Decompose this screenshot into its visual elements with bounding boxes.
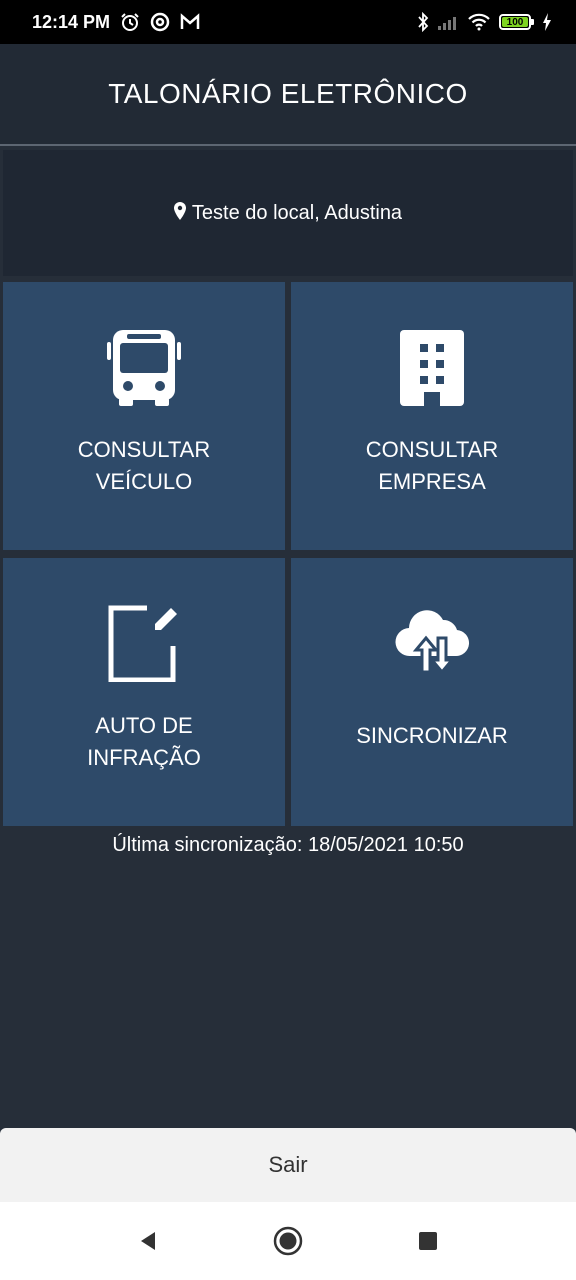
last-sync-text: Última sincronização: 18/05/2021 10:50 xyxy=(112,834,464,856)
battery-body: 100 xyxy=(499,14,531,30)
location-text: Teste do local, Adustina xyxy=(191,201,403,224)
building-icon xyxy=(400,330,464,406)
battery-level: 100 xyxy=(502,17,528,28)
status-bar: 12:14 PM 100 xyxy=(0,0,576,44)
wifi-icon xyxy=(467,13,491,31)
tile-label: AUTO DE INFRAÇÃO xyxy=(87,713,201,770)
auto-de-infracao-button[interactable]: AUTO DE INFRAÇÃO xyxy=(3,558,285,826)
at-icon xyxy=(150,12,170,32)
sincronizar-button[interactable]: SINCRONIZAR xyxy=(291,558,573,826)
sair-button[interactable]: Sair xyxy=(0,1128,576,1202)
status-left: 12:14 PM xyxy=(32,12,200,33)
location-panel: Teste do local, Adustina xyxy=(3,150,573,276)
nav-bar xyxy=(0,1202,576,1280)
signal-icon xyxy=(437,14,459,30)
map-pin-icon xyxy=(173,201,186,225)
consultar-empresa-button[interactable]: CONSULTAR EMPRESA xyxy=(291,282,573,550)
app-header: TALONÁRIO ELETRÔNICO xyxy=(0,44,576,146)
tile-label: CONSULTAR VEÍCULO xyxy=(77,437,211,494)
edit-icon xyxy=(107,604,181,682)
tile-label: CONSULTAR EMPRESA xyxy=(365,437,499,494)
charging-icon xyxy=(542,13,552,31)
cloud-sync-icon xyxy=(392,604,472,684)
recents-icon[interactable] xyxy=(403,1216,453,1266)
battery-cap xyxy=(531,19,534,25)
home-icon[interactable] xyxy=(263,1216,313,1266)
page-title: TALONÁRIO ELETRÔNICO xyxy=(108,78,468,109)
status-time: 12:14 PM xyxy=(32,11,111,32)
bus-icon xyxy=(107,330,181,406)
back-icon[interactable] xyxy=(123,1216,173,1266)
consultar-veiculo-button[interactable]: CONSULTAR VEÍCULO xyxy=(3,282,285,550)
tile-label: SINCRONIZAR xyxy=(356,723,508,748)
alarm-icon xyxy=(120,12,140,32)
gmail-icon xyxy=(180,13,200,31)
status-right: 100 xyxy=(417,12,552,32)
bluetooth-icon xyxy=(417,12,429,32)
battery-icon: 100 xyxy=(499,14,534,30)
